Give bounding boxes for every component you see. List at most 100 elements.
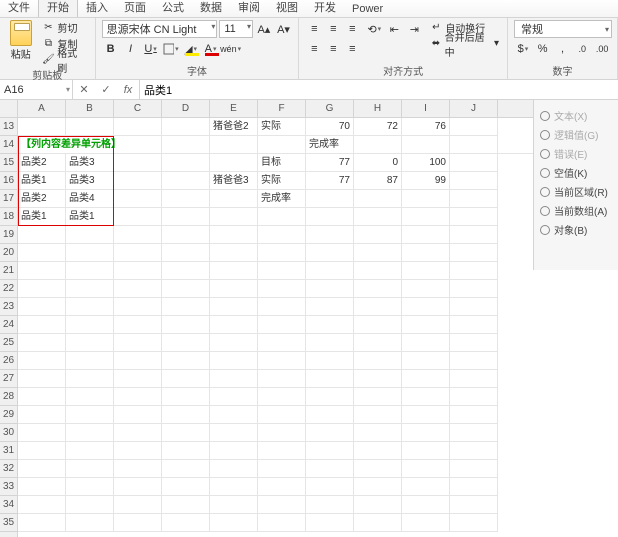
cell-A28[interactable] xyxy=(18,388,66,406)
cell-C14[interactable] xyxy=(162,136,210,154)
cell-I18[interactable] xyxy=(402,208,450,226)
cancel-formula-button[interactable]: ✕ xyxy=(73,83,95,96)
cell-F18[interactable] xyxy=(258,208,306,226)
row-header-28[interactable]: 28 xyxy=(0,388,17,406)
tab-7[interactable]: 视图 xyxy=(268,0,306,17)
cell-A26[interactable] xyxy=(18,352,66,370)
row-header-30[interactable]: 30 xyxy=(0,424,17,442)
cell-C27[interactable] xyxy=(114,370,162,388)
increase-font-button[interactable]: A▴ xyxy=(255,20,273,38)
bold-button[interactable]: B xyxy=(102,40,120,58)
cell-H13[interactable]: 72 xyxy=(354,118,402,136)
cell-A17[interactable]: 品类2 xyxy=(18,190,66,208)
cell-A31[interactable] xyxy=(18,442,66,460)
tab-2[interactable]: 插入 xyxy=(78,0,116,17)
cell-E20[interactable] xyxy=(210,244,258,262)
cell-B20[interactable] xyxy=(66,244,114,262)
cell-D27[interactable] xyxy=(162,370,210,388)
cell-A32[interactable] xyxy=(18,460,66,478)
cell-B15[interactable]: 品类3 xyxy=(66,154,114,172)
cell-F33[interactable] xyxy=(258,478,306,496)
cell-C23[interactable] xyxy=(114,298,162,316)
col-header-D[interactable]: D xyxy=(162,100,210,117)
cell-J13[interactable] xyxy=(450,118,498,136)
cell-D26[interactable] xyxy=(162,352,210,370)
cell-B25[interactable] xyxy=(66,334,114,352)
col-header-I[interactable]: I xyxy=(402,100,450,117)
cell-B33[interactable] xyxy=(66,478,114,496)
font-color-button[interactable]: A▾ xyxy=(202,40,220,58)
cell-C17[interactable] xyxy=(114,190,162,208)
cell-A29[interactable] xyxy=(18,406,66,424)
cell-D18[interactable] xyxy=(162,208,210,226)
cell-C18[interactable] xyxy=(114,208,162,226)
cell-C31[interactable] xyxy=(114,442,162,460)
comma-button[interactable]: , xyxy=(554,40,572,58)
cell-J27[interactable] xyxy=(450,370,498,388)
row-header-27[interactable]: 27 xyxy=(0,370,17,388)
cell-I14[interactable] xyxy=(450,136,498,154)
cell-A33[interactable] xyxy=(18,478,66,496)
cell-F28[interactable] xyxy=(258,388,306,406)
cell-D22[interactable] xyxy=(162,280,210,298)
cell-F17[interactable]: 完成率 xyxy=(258,190,306,208)
col-header-A[interactable]: A xyxy=(18,100,66,117)
cell-F31[interactable] xyxy=(258,442,306,460)
cell-I33[interactable] xyxy=(402,478,450,496)
cell-I13[interactable]: 76 xyxy=(402,118,450,136)
cell-D24[interactable] xyxy=(162,316,210,334)
cell-B17[interactable]: 品类4 xyxy=(66,190,114,208)
tab-9[interactable]: Power xyxy=(344,1,391,17)
fill-color-button[interactable]: ◢▾ xyxy=(182,40,200,58)
cell-A18[interactable]: 品类1 xyxy=(18,208,66,226)
cell-J21[interactable] xyxy=(450,262,498,280)
cell-E32[interactable] xyxy=(210,460,258,478)
cell-F24[interactable] xyxy=(258,316,306,334)
cell-G27[interactable] xyxy=(306,370,354,388)
cell-J17[interactable] xyxy=(450,190,498,208)
cell-H17[interactable] xyxy=(354,190,402,208)
cell-D16[interactable] xyxy=(162,172,210,190)
cell-G25[interactable] xyxy=(306,334,354,352)
cell-G34[interactable] xyxy=(306,496,354,514)
row-header-19[interactable]: 19 xyxy=(0,226,17,244)
cell-E13[interactable]: 猪爸爸2 xyxy=(210,118,258,136)
cell-D35[interactable] xyxy=(162,514,210,532)
cell-H33[interactable] xyxy=(354,478,402,496)
cell-G20[interactable] xyxy=(306,244,354,262)
cell-F22[interactable] xyxy=(258,280,306,298)
cell-G26[interactable] xyxy=(306,352,354,370)
row-header-18[interactable]: 18 xyxy=(0,208,17,226)
cell-D13[interactable] xyxy=(162,118,210,136)
cell-D28[interactable] xyxy=(162,388,210,406)
cell-H20[interactable] xyxy=(354,244,402,262)
cell-E26[interactable] xyxy=(210,352,258,370)
align-middle-button[interactable]: ≡ xyxy=(324,20,342,38)
cell-I34[interactable] xyxy=(402,496,450,514)
cell-E18[interactable] xyxy=(210,208,258,226)
cell-D19[interactable] xyxy=(162,226,210,244)
cell-F14[interactable]: 完成率 xyxy=(306,136,354,154)
col-header-H[interactable]: H xyxy=(354,100,402,117)
cell-G18[interactable] xyxy=(306,208,354,226)
paste-button[interactable]: 粘贴 xyxy=(6,20,35,67)
tab-3[interactable]: 页面 xyxy=(116,0,154,17)
row-header-21[interactable]: 21 xyxy=(0,262,17,280)
cut-button[interactable]: ✂剪切 xyxy=(39,20,88,35)
increase-indent-button[interactable]: ⇥ xyxy=(405,20,423,38)
cell-G22[interactable] xyxy=(306,280,354,298)
cell-J28[interactable] xyxy=(450,388,498,406)
increase-decimal-button[interactable]: .0 xyxy=(573,40,591,58)
cell-grid[interactable]: 猪爸爸2实际707276【列内容差异单元格】完成率品类2品类3目标770100品… xyxy=(18,118,618,537)
cell-E31[interactable] xyxy=(210,442,258,460)
cell-G13[interactable]: 70 xyxy=(306,118,354,136)
cell-A25[interactable] xyxy=(18,334,66,352)
cell-B28[interactable] xyxy=(66,388,114,406)
cell-D23[interactable] xyxy=(162,298,210,316)
cell-H34[interactable] xyxy=(354,496,402,514)
align-top-button[interactable]: ≡ xyxy=(305,20,323,38)
cell-H22[interactable] xyxy=(354,280,402,298)
cell-E19[interactable] xyxy=(210,226,258,244)
cell-J31[interactable] xyxy=(450,442,498,460)
cell-J29[interactable] xyxy=(450,406,498,424)
